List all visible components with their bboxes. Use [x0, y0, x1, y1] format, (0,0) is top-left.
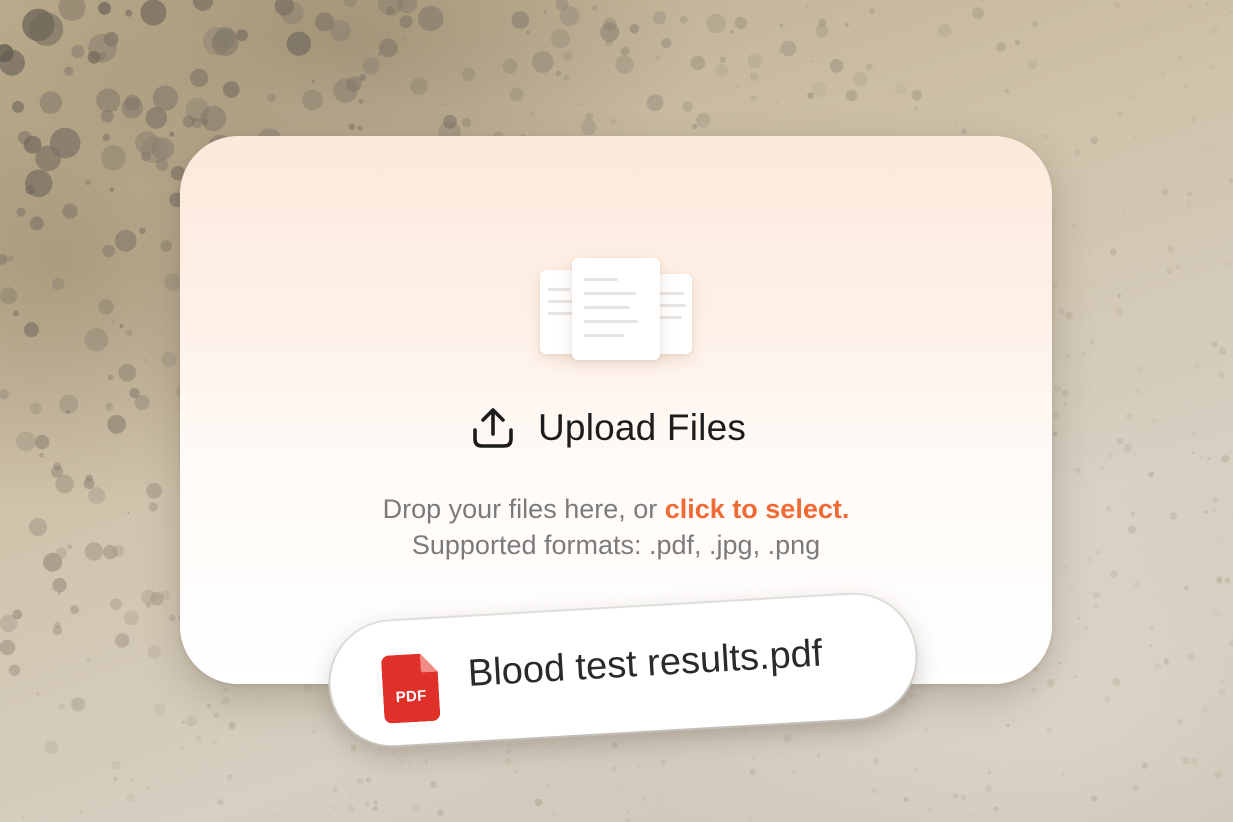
drop-hint-text: Drop your files here, or	[382, 494, 665, 524]
pdf-file-icon: PDF	[381, 653, 441, 724]
upload-icon	[473, 408, 513, 448]
supported-formats: Supported formats: .pdf, .jpg, .png	[411, 530, 821, 560]
file-name: Blood test results.pdf	[466, 632, 824, 695]
click-to-select-link[interactable]: click to select.	[665, 494, 850, 524]
document-center	[572, 258, 660, 360]
documents-illustration	[536, 256, 696, 366]
upload-title: Upload Files	[538, 407, 747, 448]
upload-heading[interactable]: Upload Files	[470, 400, 746, 456]
pdf-badge-label: PDF	[395, 687, 428, 707]
drop-hint: Drop your files here, or click to select…	[180, 494, 1052, 525]
